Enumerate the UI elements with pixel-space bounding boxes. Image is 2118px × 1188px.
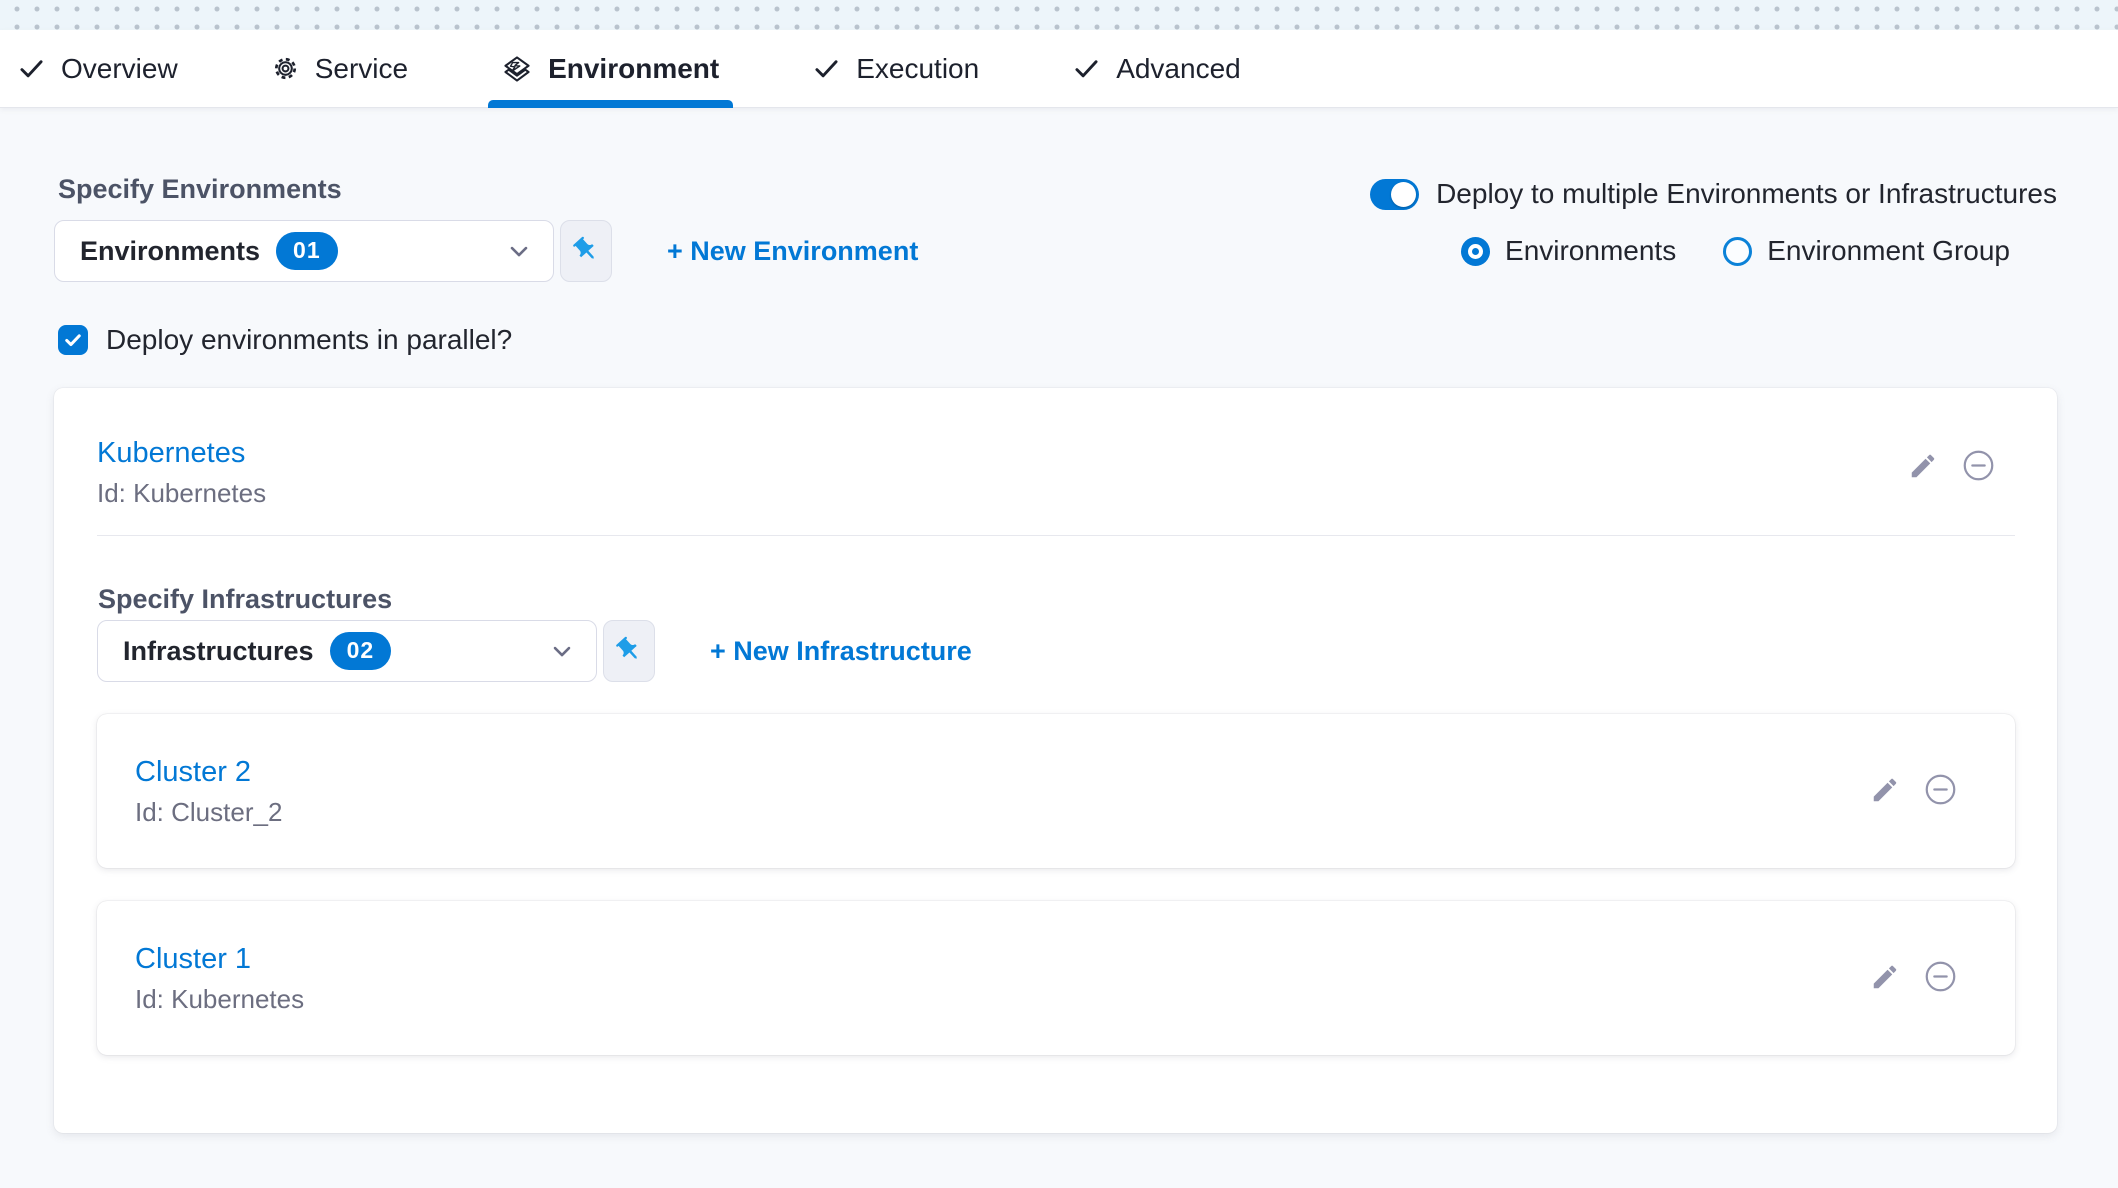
specify-infrastructures-label: Specify Infrastructures xyxy=(98,582,2015,616)
specify-environments-block: Specify Environments Environments 01 xyxy=(54,172,918,282)
chevron-down-icon xyxy=(505,237,533,265)
environment-id: Id: Kubernetes xyxy=(97,477,266,509)
tab-label: Service xyxy=(315,53,408,85)
radio-environments[interactable]: Environments xyxy=(1461,235,1676,267)
new-infrastructure-button[interactable]: + New Infrastructure xyxy=(710,636,972,667)
environments-count-badge: 01 xyxy=(276,232,338,270)
infrastructure-id: Id: Cluster_2 xyxy=(135,796,282,828)
infrastructure-id: Id: Kubernetes xyxy=(135,983,304,1015)
check-icon xyxy=(813,55,840,82)
tab-advanced[interactable]: Advanced xyxy=(1059,30,1255,107)
infrastructure-name-link[interactable]: Cluster 2 xyxy=(135,754,282,790)
gear-icon xyxy=(272,55,299,82)
radio-selected-icon xyxy=(1461,237,1490,266)
deploy-parallel-label: Deploy environments in parallel? xyxy=(106,324,512,356)
environment-tab-content: Specify Environments Environments 01 xyxy=(0,108,2118,1133)
pin-environments-button[interactable] xyxy=(560,220,612,282)
deploy-parallel-checkbox[interactable] xyxy=(58,325,88,355)
infrastructures-dropdown[interactable]: Infrastructures 02 xyxy=(97,620,597,682)
infrastructure-name-link[interactable]: Cluster 1 xyxy=(135,941,304,977)
new-environment-button[interactable]: + New Environment xyxy=(667,236,918,267)
card-divider xyxy=(97,535,2015,536)
specify-environments-label: Specify Environments xyxy=(58,172,918,206)
remove-infrastructure-button[interactable] xyxy=(1924,773,1957,809)
infrastructure-card: Cluster 1 Id: Kubernetes xyxy=(97,901,2015,1055)
environment-layers-icon xyxy=(502,54,532,84)
toggle-knob xyxy=(1391,182,1416,207)
chevron-down-icon xyxy=(548,637,576,665)
edit-environment-button[interactable] xyxy=(1908,451,1938,484)
pushpin-icon xyxy=(571,235,601,268)
radio-unselected-icon xyxy=(1723,237,1752,266)
tab-overview[interactable]: Overview xyxy=(4,30,192,107)
pencil-icon xyxy=(1870,775,1900,808)
minus-circle-icon xyxy=(1962,449,1995,485)
tab-environment[interactable]: Environment xyxy=(488,30,733,107)
environments-dropdown-label: Environments xyxy=(80,236,260,267)
stage-tabbar: Overview Service Environment Execution xyxy=(0,30,2118,108)
environments-dropdown-group: Environments 01 xyxy=(54,220,612,282)
remove-infrastructure-button[interactable] xyxy=(1924,960,1957,996)
deploy-mode-block: Deploy to multiple Environments or Infra… xyxy=(1370,178,2057,267)
minus-circle-icon xyxy=(1924,773,1957,809)
edit-infrastructure-button[interactable] xyxy=(1870,962,1900,995)
infrastructures-count-badge: 02 xyxy=(330,632,392,670)
edit-infrastructure-button[interactable] xyxy=(1870,775,1900,808)
tab-label: Execution xyxy=(856,53,979,85)
multi-env-toggle-label: Deploy to multiple Environments or Infra… xyxy=(1436,178,2057,210)
infrastructure-card: Cluster 2 Id: Cluster_2 xyxy=(97,714,2015,868)
tab-execution[interactable]: Execution xyxy=(799,30,993,107)
pipeline-canvas-dotted-strip xyxy=(0,0,2118,30)
check-icon xyxy=(1073,55,1100,82)
environment-card: Kubernetes Id: Kubernetes Specify Infras… xyxy=(54,388,2057,1133)
pencil-icon xyxy=(1870,962,1900,995)
radio-environment-group[interactable]: Environment Group xyxy=(1723,235,2010,267)
pushpin-icon xyxy=(614,635,644,668)
environments-dropdown[interactable]: Environments 01 xyxy=(54,220,554,282)
infrastructure-info: Cluster 1 Id: Kubernetes xyxy=(135,941,304,1015)
check-icon xyxy=(18,55,45,82)
tab-service[interactable]: Service xyxy=(258,30,422,107)
infrastructures-dropdown-label: Infrastructures xyxy=(123,636,314,667)
infrastructures-dropdown-group: Infrastructures 02 xyxy=(97,620,655,682)
pin-infrastructures-button[interactable] xyxy=(603,620,655,682)
tab-label: Environment xyxy=(548,53,719,85)
tab-label: Advanced xyxy=(1116,53,1241,85)
tab-label: Overview xyxy=(61,53,178,85)
radio-environment-group-label: Environment Group xyxy=(1767,235,2010,267)
deploy-parallel-row: Deploy environments in parallel? xyxy=(58,324,2057,356)
active-tab-underline xyxy=(488,100,733,108)
infrastructure-info: Cluster 2 Id: Cluster_2 xyxy=(135,754,282,828)
environment-name-link[interactable]: Kubernetes xyxy=(97,435,266,471)
radio-environments-label: Environments xyxy=(1505,235,1676,267)
multi-env-toggle[interactable] xyxy=(1370,179,1419,210)
environment-info: Kubernetes Id: Kubernetes xyxy=(97,435,266,509)
remove-environment-button[interactable] xyxy=(1962,449,1995,485)
pencil-icon xyxy=(1908,451,1938,484)
minus-circle-icon xyxy=(1924,960,1957,996)
